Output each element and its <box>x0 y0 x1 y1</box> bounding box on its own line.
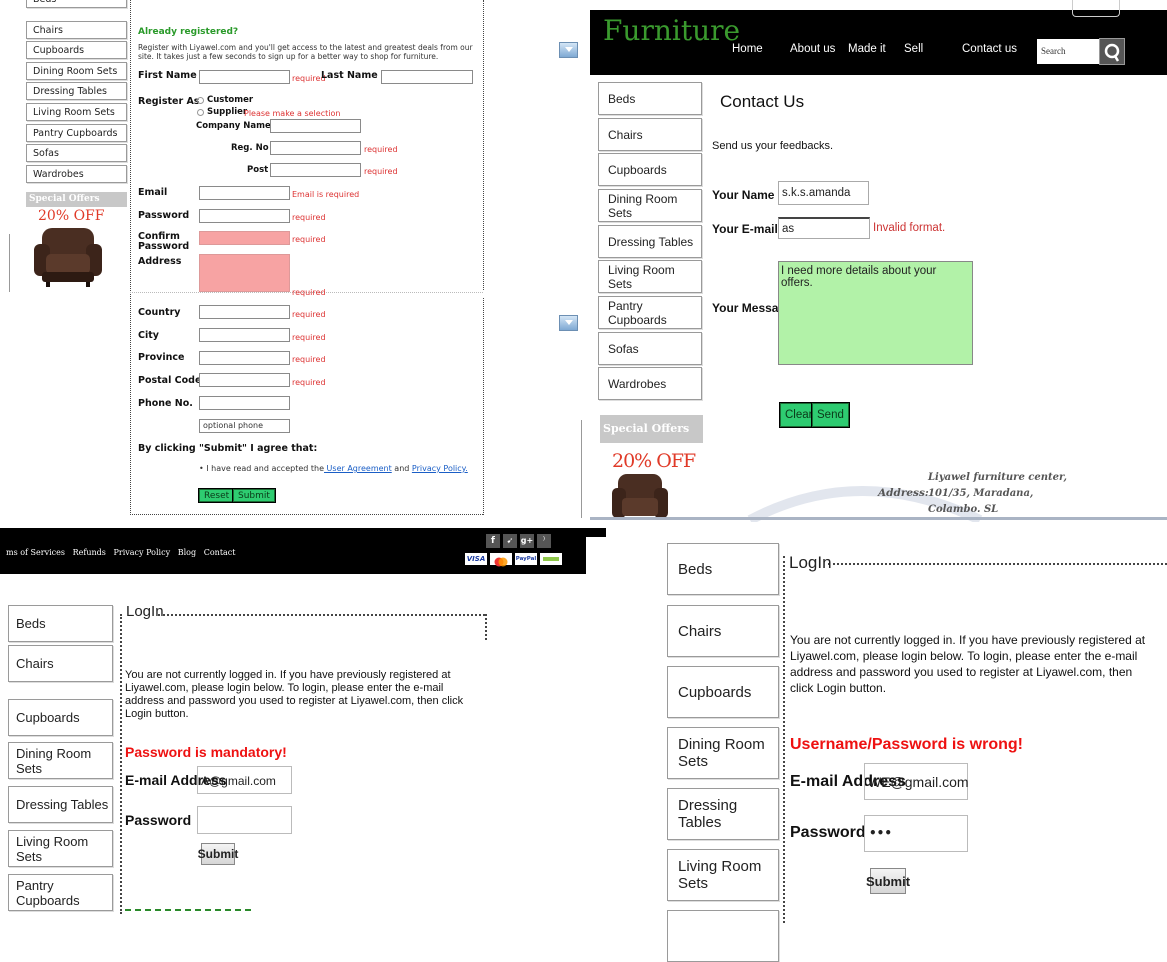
sidebar-item-label: Chairs <box>608 127 643 142</box>
email-label: E-mail Address <box>790 773 906 790</box>
nav-about-us[interactable]: About us <box>790 43 835 55</box>
password-label: Password <box>125 812 192 828</box>
sidebar-item-label: Dining Room Sets <box>678 736 765 770</box>
sidebar-item-living-room-sets[interactable]: Living Room Sets <box>667 849 779 901</box>
address-label: Address: <box>878 487 929 499</box>
sidebar-item-label: Dressing Tables <box>678 797 738 831</box>
address-block: Liyawel furniture center, 101/35, Marada… <box>928 470 1067 518</box>
address-line: Colambo. SL <box>928 504 999 515</box>
search-button[interactable] <box>1099 38 1125 65</box>
login-error: Password is mandatory! <box>125 744 287 760</box>
sidebar-item-dining-room-sets[interactable]: Dining Room Sets <box>8 742 113 779</box>
register-link-cutoff <box>125 906 255 912</box>
nav-sell[interactable]: Sell <box>904 43 923 55</box>
email-label: Your E-mail <box>712 222 778 236</box>
send-button[interactable]: Send <box>811 402 850 428</box>
page-title: Contact Us <box>720 92 805 111</box>
sidebar-item-label: Living Room Sets <box>16 833 89 864</box>
login-intro: You are not currently logged in. If you … <box>790 633 1146 695</box>
sidebar-item-cupboards[interactable]: Cupboards <box>667 666 779 718</box>
name-label: Your Name <box>712 188 775 202</box>
login-title: LogIn <box>789 553 832 572</box>
sidebar-item-chairs[interactable]: Chairs <box>598 118 702 151</box>
sidebar-item-label: Cupboards <box>608 162 667 177</box>
sidebar-item-label: Beds <box>678 560 713 578</box>
sidebar-item-dining-room-sets[interactable]: Dining Room Sets <box>598 189 702 222</box>
sidebar-item-label: Dressing Tables <box>608 234 694 249</box>
special-offers-header: Special Offers <box>600 415 703 443</box>
sidebar-item-label: Beds <box>16 616 46 631</box>
sidebar-item-pantry-cupboards[interactable] <box>667 910 779 962</box>
sidebar-item-cupboards[interactable]: Cupboards <box>8 699 113 736</box>
nav-made-it[interactable]: Made it <box>848 43 886 55</box>
sidebar-item-dining-room-sets[interactable]: Dining Room Sets <box>667 727 779 779</box>
sidebar-item-living-room-sets[interactable]: Living Room Sets <box>598 260 702 293</box>
password-field[interactable] <box>197 806 292 834</box>
sidebar-item-wardrobes[interactable]: Wardrobes <box>598 367 702 400</box>
sidebar-item-label: Dining Room Sets <box>608 191 678 220</box>
email-field[interactable]: as <box>778 217 870 239</box>
password-field[interactable]: ••• <box>864 815 968 852</box>
sidebar-item-label: Cupboards <box>678 683 752 701</box>
name-field[interactable]: s.k.s.amanda <box>778 181 869 205</box>
nav-home[interactable]: Home <box>732 43 763 55</box>
sidebar-item-dressing-tables[interactable]: Dressing Tables <box>8 786 113 823</box>
sidebar-item-chairs[interactable]: Chairs <box>667 605 779 657</box>
sidebar-item-label: Pantry Cupboards <box>608 298 667 327</box>
address-line: 101/35, Maradana, <box>928 488 1034 499</box>
brand-logo: Furniture <box>603 14 741 47</box>
sidebar-item-label: Living Room Sets <box>678 858 762 892</box>
sidebar-item-label: Dining Room Sets <box>16 745 92 776</box>
contact-subtitle: Send us your feedbacks. <box>712 140 834 152</box>
sidebar-item-dressing-tables[interactable]: Dressing Tables <box>667 788 779 840</box>
header-box <box>1072 0 1120 17</box>
sidebar-item-pantry-cupboards[interactable]: Pantry Cupboards <box>8 874 113 911</box>
login-title: LogIn <box>126 603 164 620</box>
search-icon <box>1104 43 1120 62</box>
offer-badge: 20% OFF <box>612 450 696 472</box>
sidebar-item-dressing-tables[interactable]: Dressing Tables <box>598 225 702 258</box>
search-input[interactable]: Search <box>1037 39 1099 64</box>
sidebar-item-pantry-cupboards[interactable]: Pantry Cupboards <box>598 296 702 329</box>
sidebar-item-label: Chairs <box>16 656 54 671</box>
armchair-image <box>612 474 668 518</box>
sidebar-item-cupboards[interactable]: Cupboards <box>598 153 702 186</box>
sidebar-item-label: Sofas <box>608 341 639 356</box>
sidebar-item-label: Cupboards <box>16 710 80 725</box>
sidebar-item-beds[interactable]: Beds <box>8 605 113 642</box>
email-field[interactable]: WE@gmail.com <box>864 763 969 800</box>
sidebar-item-label: Pantry Cupboards <box>16 877 80 908</box>
sidebar-item-label: Beds <box>608 91 636 106</box>
submit-button[interactable]: Submit <box>866 868 910 894</box>
login-intro: You are not currently logged in. If you … <box>125 669 464 720</box>
sidebar-item-sofas[interactable]: Sofas <box>598 332 702 365</box>
login-panel-1: Beds Chairs Cupboards Dining Room Sets D… <box>0 0 590 923</box>
submit-button[interactable]: Submit <box>198 843 238 865</box>
email-error: Invalid format. <box>873 222 946 234</box>
password-label: Password <box>790 824 866 841</box>
address-line: Liyawel furniture center, <box>928 472 1068 483</box>
sidebar-item-chairs[interactable]: Chairs <box>8 645 113 682</box>
email-field[interactable]: A@gmail.com <box>197 766 292 794</box>
sidebar-item-label: Chairs <box>678 622 722 640</box>
sidebar-item-beds[interactable]: Beds <box>667 543 779 595</box>
sidebar-item-label: Living Room Sets <box>608 262 675 291</box>
login-error: Username/Password is wrong! <box>790 736 1023 753</box>
sidebar-item-beds[interactable]: Beds <box>598 82 702 115</box>
sidebar-item-label: Wardrobes <box>608 376 667 391</box>
contact-panel: Furniture Home About us Made it Sell Con… <box>581 0 1167 522</box>
sidebar-item-living-room-sets[interactable]: Living Room Sets <box>8 830 113 867</box>
sidebar-item-label: Dressing Tables <box>16 797 109 812</box>
message-field[interactable]: I need more details about your offers. <box>778 261 973 365</box>
nav-contact-us[interactable]: Contact us <box>962 43 1017 55</box>
